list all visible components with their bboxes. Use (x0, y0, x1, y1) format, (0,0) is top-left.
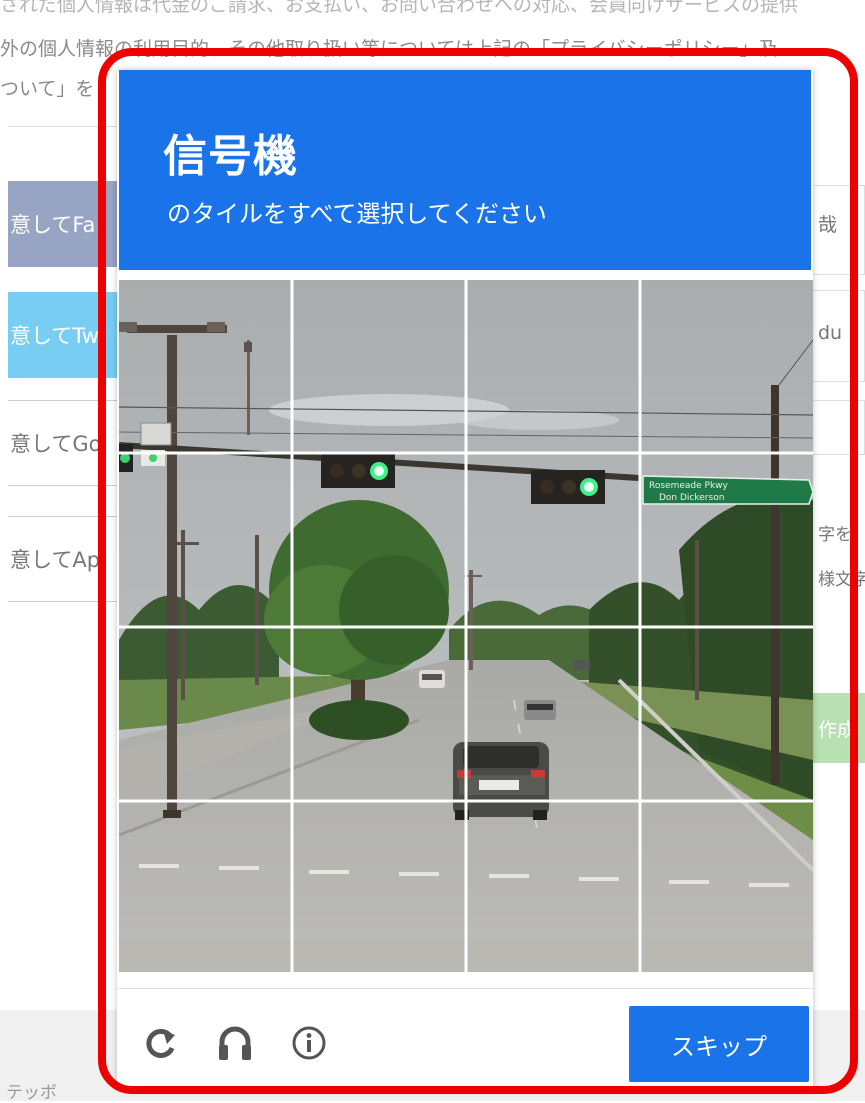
footer-text: テッボ (6, 1083, 57, 1103)
red-highlight-box (98, 48, 858, 1094)
background-text-line: ついて」を (0, 78, 95, 100)
background-text-line: されだ個人情報は代金のご請求、お支払い、お問い合わせへの対応、会員向けサービスの… (0, 0, 799, 16)
